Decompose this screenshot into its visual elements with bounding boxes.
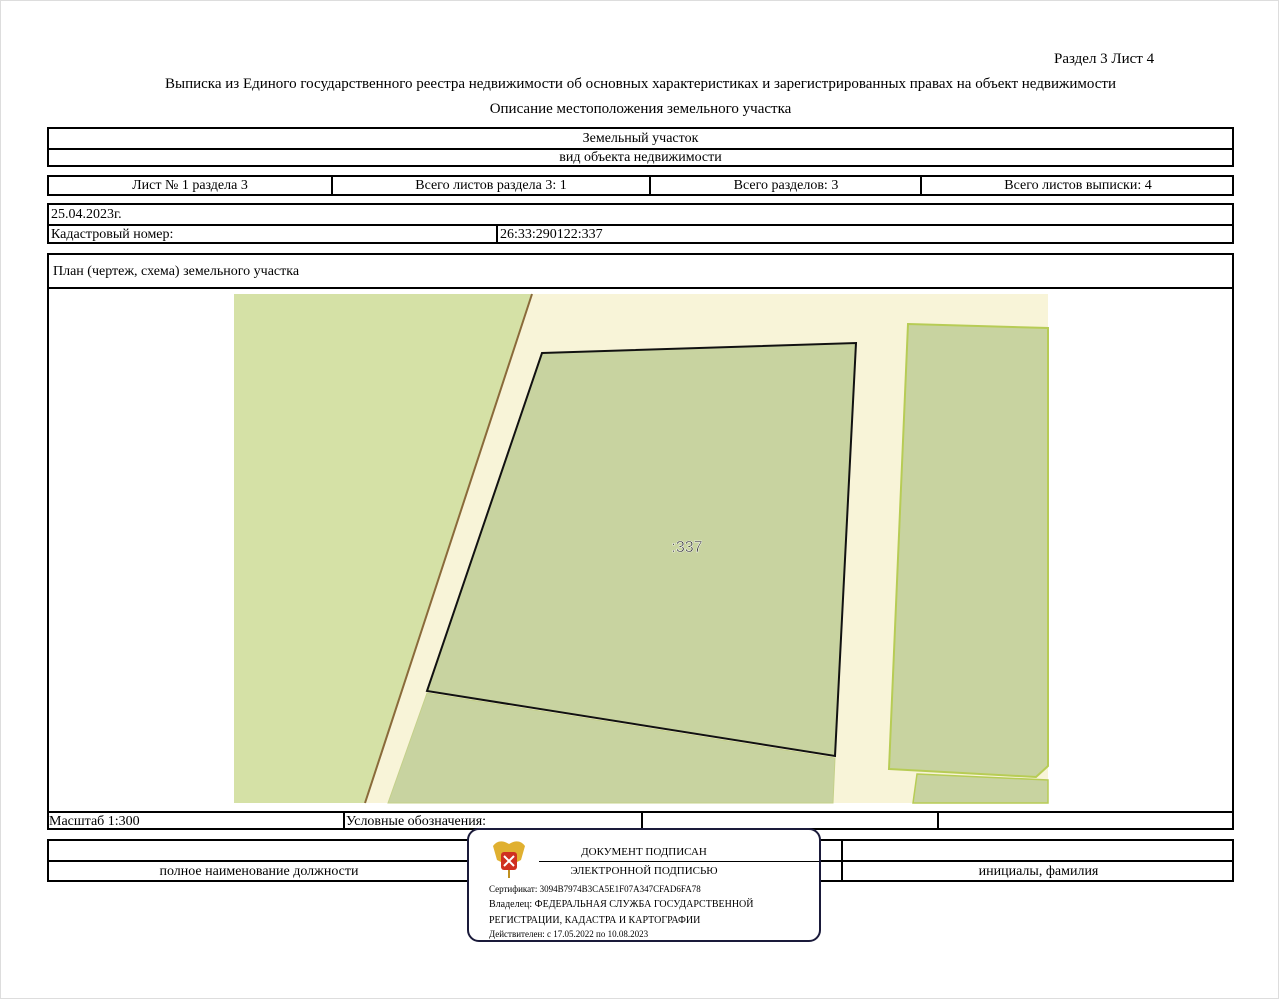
document-page: Раздел 3 Лист 4 Выписка из Единого госуд… <box>0 0 1279 999</box>
stamp-validity: Действителен: с 17.05.2022 по 10.08.2023 <box>489 929 649 939</box>
name-caption: инициалы, фамилия <box>978 864 1099 879</box>
stamp-line2: ЭЛЕКТРОННОЙ ПОДПИСЬЮ <box>570 865 718 877</box>
parcel-label: :337 <box>671 539 702 556</box>
stamp-owner-line1: Владелец: ФЕДЕРАЛЬНАЯ СЛУЖБА ГОСУДАРСТВЕ… <box>489 899 754 910</box>
legend-label: Условные обозначения: <box>346 814 487 829</box>
position-caption: полное наименование должности <box>159 864 359 879</box>
neighbor-parcel-right <box>887 322 1049 779</box>
electronic-signature-stamp: ДОКУМЕНТ ПОДПИСАН ЭЛЕКТРОННОЙ ПОДПИСЬЮ С… <box>467 828 821 942</box>
stamp-line1: ДОКУМЕНТ ПОДПИСАН <box>581 846 707 858</box>
scale: Масштаб 1:300 <box>49 814 140 829</box>
stamp-owner-line2: РЕГИСТРАЦИИ, КАДАСТРА И КАРТОГРАФИИ <box>489 915 701 926</box>
stamp-certificate: Сертификат: 3094B7974B3CA5E1F07A347CFAD6… <box>489 884 701 894</box>
neighbor-parcel-bottom-right <box>912 773 1049 804</box>
